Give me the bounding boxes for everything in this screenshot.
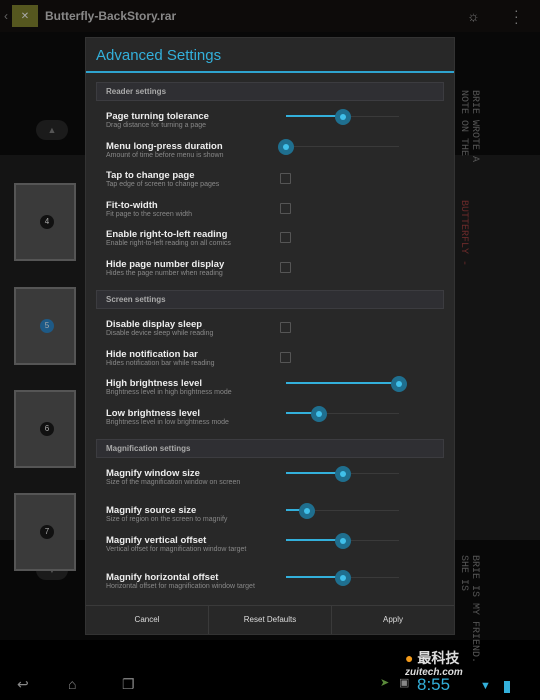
page-thumbnail[interactable]: 7: [14, 493, 76, 571]
setting-item[interactable]: Magnify source size Size of region on the…: [86, 499, 454, 529]
setting-title: Hide page number display: [106, 258, 225, 270]
setting-item[interactable]: Magnify horizontal offset Horizontal offs…: [86, 566, 454, 603]
page-thumbnail-selected[interactable]: 5: [14, 287, 76, 365]
page-thumbnail[interactable]: 4: [14, 183, 76, 261]
slider[interactable]: [278, 138, 401, 155]
slider[interactable]: [286, 466, 401, 482]
slider-thumb[interactable]: [310, 405, 327, 422]
setting-summary: Brightness level in low brightness mode: [106, 418, 229, 426]
setting-summary: Amount of time before menu is shown: [106, 151, 224, 159]
slider-thumb[interactable]: [334, 109, 351, 125]
setting-summary: Brightness level in high brightness mode: [106, 389, 232, 396]
checkbox[interactable]: [280, 351, 291, 363]
action-bar: ‹ ✕ Butterfly-BackStory.rar ☼ · · ·: [0, 0, 540, 32]
setting-title: Hide notification bar: [106, 348, 198, 360]
slider-thumb[interactable]: [299, 503, 316, 519]
section-header: Screen settings: [96, 290, 444, 309]
scroll-up-button[interactable]: ▲: [36, 120, 68, 140]
slider-thumb[interactable]: [391, 376, 407, 392]
slider[interactable]: [286, 405, 401, 422]
slider-thumb[interactable]: [334, 532, 351, 549]
setting-summary: Horizontal offset for magnification wind…: [106, 582, 255, 590]
slider-track: [286, 145, 399, 147]
dialog-title: Advanced Settings: [86, 38, 454, 73]
setting-title: Tap to change page: [106, 170, 195, 181]
slider[interactable]: [286, 569, 401, 586]
settings-list[interactable]: Reader settings Page turning tolerance Dra…: [86, 82, 454, 603]
back-icon[interactable]: ↩: [17, 676, 29, 693]
cancel-button[interactable]: Cancel: [86, 606, 209, 634]
recent-apps-icon[interactable]: ❐: [122, 676, 135, 693]
checkbox[interactable]: [280, 322, 291, 333]
slider-fill: [286, 382, 399, 384]
setting-summary: Vertical offset for magnification window…: [106, 545, 247, 553]
setting-summary: Size of the magnification window on scre…: [106, 479, 241, 486]
brightness-icon[interactable]: ☼: [467, 8, 480, 24]
setting-item[interactable]: Enable right-to-left reading Enable right…: [86, 223, 454, 253]
app-icon[interactable]: ✕: [12, 5, 38, 27]
setting-summary: Disable device sleep while reading: [106, 330, 214, 337]
wifi-icon: ▼: [480, 680, 491, 692]
clock: 8:55: [417, 675, 451, 694]
setting-item[interactable]: Hide notification bar Hides notification …: [86, 343, 454, 373]
apply-button[interactable]: Apply: [332, 606, 454, 634]
notification-icon: ➤: [380, 677, 390, 689]
comic-text: BRIE IS MY FRIEND. SHE IS: [458, 555, 480, 664]
section-header: Magnification settings: [96, 439, 444, 458]
setting-item[interactable]: Magnify window size Size of the magnifica…: [86, 462, 454, 499]
checkbox[interactable]: [280, 173, 291, 184]
setting-summary: Hides notification bar while reading: [106, 359, 215, 367]
home-icon[interactable]: ⌂: [68, 676, 76, 692]
watermark-logo: ● 最科技: [405, 650, 460, 666]
setting-item[interactable]: Tap to change page Tap edge of screen to …: [86, 164, 454, 194]
reset-defaults-button[interactable]: Reset Defaults: [209, 606, 332, 634]
setting-item[interactable]: Disable display sleep Disable device slee…: [86, 313, 454, 343]
checkbox[interactable]: [280, 232, 291, 243]
setting-summary: Size of region on the screen to magnify: [106, 516, 228, 523]
file-title: Butterfly-BackStory.rar: [45, 9, 177, 23]
setting-item[interactable]: Magnify vertical offset Vertical offset f…: [86, 529, 454, 566]
setting-title: Enable right-to-left reading: [106, 229, 228, 240]
dialog-buttons: Cancel Reset Defaults Apply: [86, 605, 454, 634]
slider-thumb[interactable]: [278, 138, 294, 155]
setting-item[interactable]: High brightness level Brightness level in…: [86, 372, 454, 402]
slider[interactable]: [286, 503, 401, 519]
slider[interactable]: [286, 109, 401, 125]
slider[interactable]: [286, 376, 407, 392]
setting-summary: Enable right-to-left reading on all comi…: [106, 240, 231, 247]
overflow-menu-icon[interactable]: · · ·: [514, 3, 519, 29]
slider[interactable]: [286, 532, 401, 549]
setting-summary: Tap edge of screen to change pages: [106, 181, 220, 188]
page-thumbnail[interactable]: 6: [14, 390, 76, 468]
setting-item[interactable]: Fit-to-width Fit page to the screen width: [86, 194, 454, 224]
setting-title: Disable display sleep: [106, 319, 203, 330]
setting-summary: Fit page to the screen width: [106, 210, 192, 218]
slider-thumb[interactable]: [334, 466, 351, 482]
advanced-settings-dialog: Advanced Settings Reader settings Page tu…: [85, 37, 455, 635]
comic-text: BRIE WROTE A NOTE ON THE: [458, 90, 480, 163]
comic-text: BUTTERFLY -: [458, 200, 469, 267]
setting-summary: Hides the page number when reading: [106, 269, 223, 277]
back-chevron-icon[interactable]: ‹: [4, 9, 8, 23]
setting-item[interactable]: Low brightness level Brightness level in …: [86, 402, 454, 432]
setting-title: Fit-to-width: [106, 199, 158, 211]
setting-item[interactable]: Hide page number display Hides the page n…: [86, 253, 454, 283]
checkbox[interactable]: [280, 261, 291, 273]
battery-icon: [504, 681, 510, 693]
checkbox[interactable]: [280, 202, 291, 214]
setting-item[interactable]: Menu long-press duration Amount of time b…: [86, 135, 454, 165]
setting-item[interactable]: Page turning tolerance Drag distance for …: [86, 105, 454, 135]
setting-summary: Drag distance for turning a page: [106, 122, 207, 129]
section-header: Reader settings: [96, 82, 444, 101]
slider-thumb[interactable]: [334, 569, 351, 586]
